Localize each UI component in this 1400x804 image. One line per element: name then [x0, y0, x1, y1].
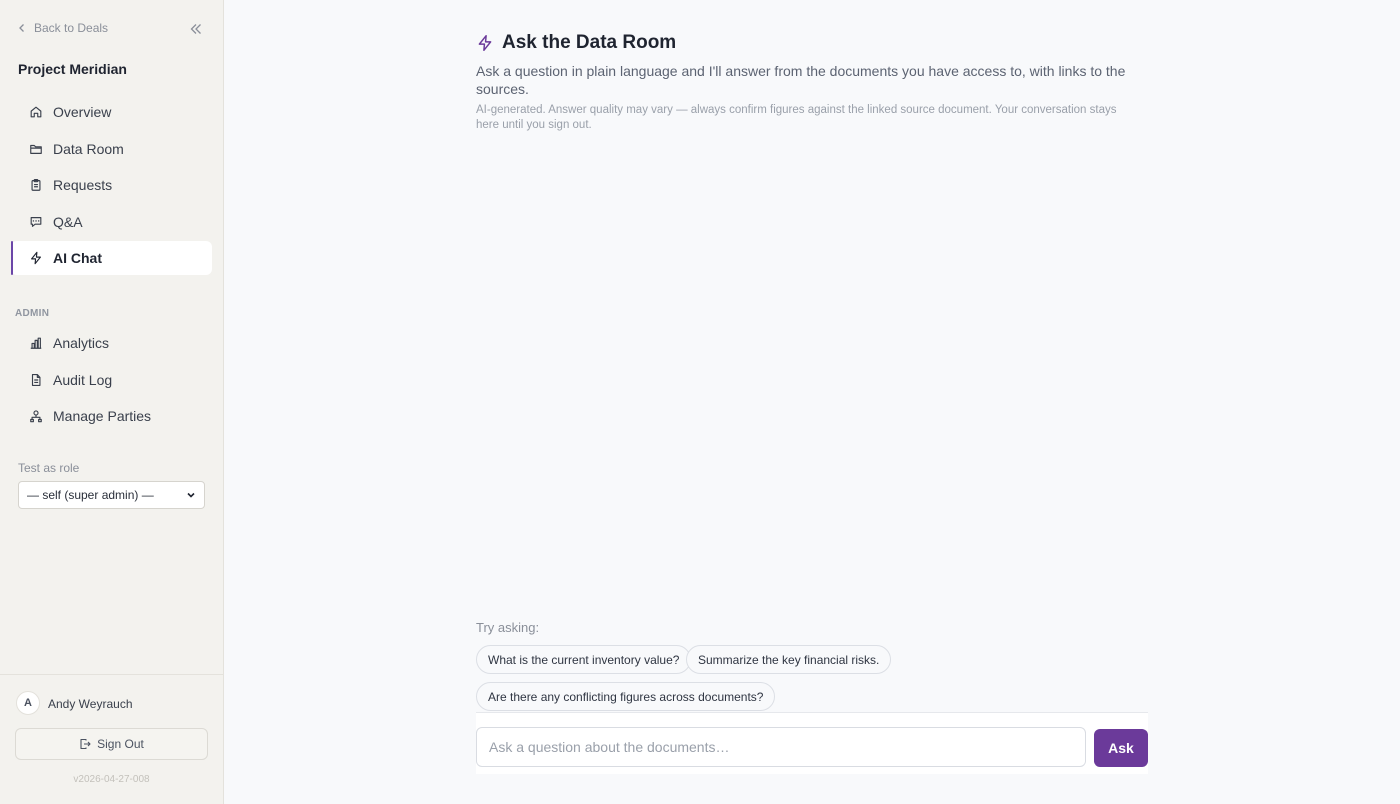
- sign-out-button[interactable]: Sign Out: [15, 728, 208, 760]
- sidebar-item-analytics[interactable]: Analytics: [11, 326, 212, 360]
- bar-chart-icon: [30, 337, 42, 349]
- lightning-icon: [478, 34, 492, 52]
- sidebar-item-label: Q&A: [53, 213, 83, 230]
- admin-section-label: ADMIN: [15, 308, 50, 319]
- folder-icon: [30, 144, 42, 154]
- chat-composer: Ask: [476, 713, 1148, 774]
- parties-icon: [30, 410, 42, 423]
- suggestion-chip[interactable]: Summarize the key financial risks.: [686, 645, 892, 674]
- sidebar-footer: A Andy Weyrauch Sign Out v2026-04-27-008: [0, 674, 223, 804]
- sidebar-item-label: Overview: [53, 104, 112, 120]
- sidebar-item-label: Manage Parties: [53, 408, 152, 424]
- user-name: Andy Weyrauch: [48, 697, 133, 711]
- message-icon: [30, 216, 42, 227]
- sidebar: Back to Deals Project Meridian Overview …: [0, 0, 224, 804]
- role-select-value: — self (super admin) —: [27, 488, 154, 502]
- ai-disclaimer: AI-generated. Answer quality may vary — …: [476, 104, 1117, 131]
- sidebar-item-manage-parties[interactable]: Manage Parties: [11, 399, 212, 433]
- project-name: Project Meridian: [18, 61, 127, 77]
- sidebar-item-audit-log[interactable]: Audit Log: [11, 363, 212, 397]
- collapse-sidebar-icon[interactable]: [188, 21, 204, 37]
- sidebar-item-requests[interactable]: Requests: [11, 168, 212, 202]
- sign-out-label: Sign Out: [97, 737, 144, 751]
- document-icon: [31, 373, 41, 386]
- clipboard-icon: [31, 179, 41, 191]
- back-to-deals-label: Back to Deals: [34, 21, 109, 35]
- sidebar-item-label: Data Room: [53, 140, 124, 157]
- sidebar-item-qa[interactable]: Q&A: [11, 205, 212, 239]
- sidebar-item-ai-chat[interactable]: AI Chat: [11, 241, 212, 275]
- sidebar-item-data-room[interactable]: Data Room: [11, 132, 212, 166]
- ask-button[interactable]: Ask: [1094, 729, 1148, 767]
- suggestion-chip[interactable]: Are there any conflicting figures across…: [476, 682, 776, 711]
- sidebar-item-label: Analytics: [53, 335, 110, 351]
- chevron-left-icon: [19, 24, 24, 32]
- sidebar-item-overview[interactable]: Overview: [11, 95, 212, 129]
- avatar: A: [16, 691, 40, 715]
- home-icon: [30, 106, 42, 118]
- sign-out-icon: [80, 738, 91, 750]
- sidebar-item-label: Audit Log: [53, 371, 113, 388]
- main-nav: Overview Data Room Requests Q&A AI Chat: [11, 95, 212, 278]
- back-to-deals-link[interactable]: Back to Deals: [16, 21, 108, 35]
- version-label: v2026-04-27-008: [73, 774, 150, 785]
- try-asking-label: Try asking:: [476, 620, 540, 635]
- page-title: Ask the Data Room: [502, 32, 677, 53]
- test-as-role-label: Test as role: [18, 461, 80, 475]
- sidebar-item-label: Requests: [53, 177, 113, 193]
- role-select[interactable]: — self (super admin) —: [18, 481, 205, 509]
- lightning-icon: [31, 251, 41, 265]
- admin-nav: Analytics Audit Log Manage Parties: [11, 326, 212, 436]
- ask-input[interactable]: [476, 727, 1086, 767]
- sidebar-item-label: AI Chat: [53, 250, 102, 266]
- page-subtitle: Ask a question in plain language and I'l…: [476, 63, 1126, 97]
- chat-header: Ask the Data Room Ask a question in plai…: [476, 32, 1148, 133]
- suggestion-chip[interactable]: What is the current inventory value?: [476, 645, 692, 674]
- chevron-down-icon: [187, 492, 195, 498]
